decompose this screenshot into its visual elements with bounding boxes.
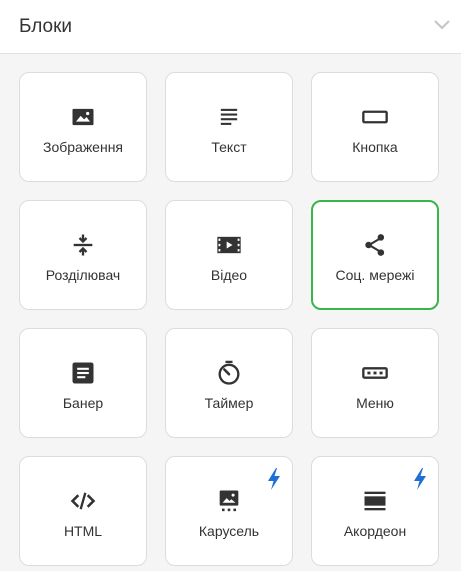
block-tile-divider[interactable]: Розділювач	[19, 200, 147, 310]
image-icon	[72, 108, 94, 126]
menu-icon	[362, 367, 388, 379]
blocks-panel: Блоки Зображення Текст Кнопка Розділювач…	[0, 0, 461, 571]
lightning-icon	[268, 468, 280, 490]
block-tile-image[interactable]: Зображення	[19, 72, 147, 182]
block-tile-social[interactable]: Соц. мережі	[311, 200, 439, 310]
block-label: HTML	[63, 523, 103, 539]
block-label: Відео	[210, 267, 248, 283]
block-label: Соц. мережі	[335, 267, 415, 283]
lightning-icon	[414, 468, 426, 490]
block-label: Текст	[211, 139, 247, 155]
blocks-grid: Зображення Текст Кнопка Розділювач Відео…	[19, 72, 439, 566]
block-tile-video[interactable]: Відео	[165, 200, 293, 310]
block-label: Зображення	[42, 139, 124, 155]
block-tile-carousel[interactable]: Карусель	[165, 456, 293, 566]
block-tile-banner[interactable]: Банер	[19, 328, 147, 438]
block-tile-timer[interactable]: Таймер	[165, 328, 293, 438]
block-tile-html[interactable]: HTML	[19, 456, 147, 566]
blocks-header[interactable]: Блоки	[0, 0, 461, 54]
block-label: Розділювач	[45, 267, 121, 283]
button-icon	[362, 110, 388, 124]
block-label: Акордеон	[343, 523, 407, 539]
timer-icon	[218, 360, 240, 385]
block-label: Кнопка	[352, 139, 398, 155]
text-icon	[220, 108, 238, 125]
code-icon	[70, 492, 96, 510]
block-tile-button[interactable]: Кнопка	[311, 72, 439, 182]
share-icon	[365, 234, 385, 256]
divider-icon	[73, 234, 93, 256]
banner-icon	[72, 362, 94, 384]
block-tile-accordion[interactable]: Акордеон	[311, 456, 439, 566]
panel-title: Блоки	[19, 15, 73, 37]
block-label: Таймер	[204, 395, 254, 411]
chevron-down-icon[interactable]	[430, 12, 454, 36]
carousel-icon	[219, 490, 239, 512]
block-label: Карусель	[198, 523, 260, 539]
block-label: Банер	[62, 395, 104, 411]
block-tile-menu[interactable]: Меню	[311, 328, 439, 438]
accordion-icon	[364, 491, 386, 511]
block-label: Меню	[356, 395, 394, 411]
block-tile-text[interactable]: Текст	[165, 72, 293, 182]
video-icon	[217, 236, 241, 254]
